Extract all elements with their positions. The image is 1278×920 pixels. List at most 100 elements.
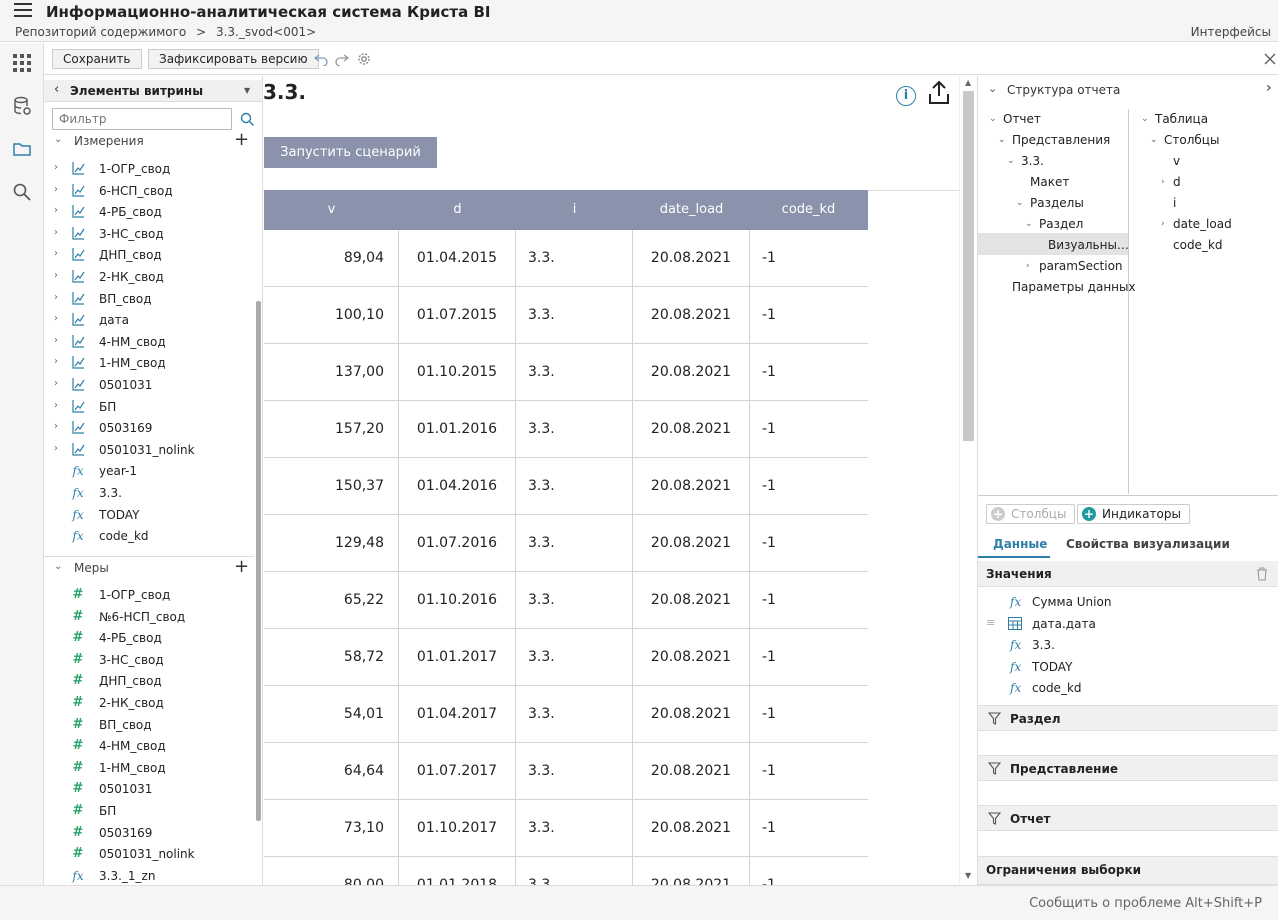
chevron-down-icon[interactable]: ⌄ xyxy=(1150,135,1158,145)
tree-item[interactable]: › 1-ОГР_свод xyxy=(44,159,254,180)
export-upload-icon[interactable] xyxy=(927,80,951,106)
tree-divider[interactable] xyxy=(1128,109,1129,494)
settings-gear-icon[interactable] xyxy=(357,52,371,66)
tree-item[interactable]: # БП xyxy=(44,801,254,822)
tree-item[interactable]: › ДНП_свод xyxy=(44,245,254,266)
value-sum-union[interactable]: Сумма Union xyxy=(1032,595,1111,609)
tree-views[interactable]: Представления xyxy=(1012,133,1110,147)
tree-item[interactable]: › 6-НСП_свод xyxy=(44,181,254,202)
value-code-kd[interactable]: code_kd xyxy=(1032,681,1082,695)
tree-col-date-load[interactable]: date_load xyxy=(1173,217,1232,231)
chevron-right-icon[interactable]: › xyxy=(1266,80,1272,96)
tree-col-code-kd[interactable]: code_kd xyxy=(1173,238,1223,252)
tree-item[interactable]: #4-РБ_свод xyxy=(44,628,254,649)
chevron-right-icon[interactable]: › xyxy=(1161,177,1165,187)
chevron-down-icon[interactable]: ⌄ xyxy=(54,561,62,572)
save-button[interactable]: Сохранить xyxy=(52,49,142,69)
tree-item[interactable]: # ВП_свод xyxy=(44,715,254,736)
tree-item[interactable]: › дата xyxy=(44,310,254,331)
chevron-right-icon[interactable]: › xyxy=(54,335,58,346)
tree-item[interactable]: › БП xyxy=(44,397,254,418)
undo-icon[interactable] xyxy=(314,52,328,66)
value-date[interactable]: дата.дата xyxy=(1032,617,1096,631)
tree-item[interactable]: #0501031 xyxy=(44,779,254,800)
tab-visual-properties[interactable]: Свойства визуализации xyxy=(1066,537,1230,551)
vertical-scrollbar[interactable]: ▲ ▼ xyxy=(959,76,976,885)
chevron-right-icon[interactable]: › xyxy=(54,356,58,367)
chevron-right-icon[interactable]: › xyxy=(54,205,58,216)
chevron-down-icon[interactable]: ⌄ xyxy=(998,135,1006,145)
tree-visual[interactable]: Визуальны… xyxy=(1048,238,1129,252)
dimensions-header[interactable]: ⌄ Измерения + xyxy=(44,129,254,152)
column-header[interactable]: code_kd xyxy=(750,190,867,230)
panel-scrollbar[interactable] xyxy=(256,301,261,821)
tree-columns[interactable]: Столбцы xyxy=(1164,133,1219,147)
chevron-right-icon[interactable]: › xyxy=(54,184,58,195)
chevron-right-icon[interactable]: › xyxy=(54,400,58,411)
report-filter-group[interactable]: Отчет xyxy=(978,805,1278,831)
tree-item[interactable]: # №6-НСП_свод xyxy=(44,607,254,628)
scrollbar-thumb[interactable] xyxy=(963,91,974,441)
chevron-right-icon[interactable]: › xyxy=(54,421,58,432)
search-icon[interactable] xyxy=(12,182,32,202)
tree-item[interactable]: › 4-РБ_свод xyxy=(44,202,254,223)
section-filter-group[interactable]: Раздел xyxy=(978,705,1278,731)
tree-item[interactable]: #1-НМ_свод xyxy=(44,758,254,779)
filter-input[interactable] xyxy=(52,108,232,130)
measures-header[interactable]: ⌄ Меры + xyxy=(44,556,254,577)
scroll-down-icon[interactable]: ▼ xyxy=(965,871,971,880)
tree-item[interactable]: › 3-НС_свод xyxy=(44,224,254,245)
chevron-right-icon[interactable]: › xyxy=(54,313,58,324)
tree-col-d[interactable]: d xyxy=(1173,175,1181,189)
tree-item[interactable]: fx code_kd xyxy=(44,526,254,547)
dropdown-caret-icon[interactable]: ▼ xyxy=(244,86,250,95)
chevron-right-icon[interactable]: › xyxy=(54,292,58,303)
value-today[interactable]: TODAY xyxy=(1032,660,1072,674)
apps-grid-icon[interactable] xyxy=(12,53,32,73)
tree-sections[interactable]: Разделы xyxy=(1030,196,1084,210)
interfaces-link[interactable]: Интерфейсы xyxy=(1191,25,1271,39)
column-header[interactable]: d xyxy=(399,190,516,230)
chevron-down-icon[interactable]: ⌄ xyxy=(1141,114,1149,124)
tree-item[interactable]: › 0503169 xyxy=(44,418,254,439)
chevron-right-icon[interactable]: › xyxy=(54,443,58,454)
sample-limits-group[interactable]: Ограничения выборки xyxy=(978,856,1278,885)
close-icon[interactable] xyxy=(1264,53,1276,65)
tree-item[interactable]: #2-НК_свод xyxy=(44,693,254,714)
tree-item[interactable]: › 1-НМ_свод xyxy=(44,353,254,374)
info-icon[interactable]: i xyxy=(896,86,916,106)
tree-report[interactable]: Отчет xyxy=(1003,112,1041,126)
chevron-right-icon[interactable]: › xyxy=(54,248,58,259)
tree-item[interactable]: #4-НМ_свод xyxy=(44,736,254,757)
column-header[interactable]: v xyxy=(264,190,399,230)
tree-col-i[interactable]: i xyxy=(1173,196,1176,210)
report-problem-link[interactable]: Сообщить о проблеме Alt+Shift+P xyxy=(1029,896,1262,911)
tree-item[interactable]: › 2-НК_свод xyxy=(44,267,254,288)
drag-handle-icon[interactable]: ≡ xyxy=(986,616,995,629)
chevron-down-icon[interactable]: ⌄ xyxy=(988,82,997,95)
chevron-down-icon[interactable]: ⌄ xyxy=(989,114,997,124)
tree-item[interactable]: fx 3.3._1_zn xyxy=(44,866,254,885)
tree-layout[interactable]: Макет xyxy=(1030,175,1069,189)
database-icon[interactable] xyxy=(12,96,32,116)
tree-item[interactable]: #1-ОГР_свод xyxy=(44,585,254,606)
trash-icon[interactable] xyxy=(1256,567,1268,581)
tree-data-params[interactable]: Параметры данных xyxy=(1012,280,1136,294)
panel-splitter[interactable] xyxy=(978,495,1278,496)
tree-view-33[interactable]: 3.3. xyxy=(1021,154,1044,168)
search-icon[interactable] xyxy=(240,112,255,127)
tree-item[interactable]: fx year-1 xyxy=(44,461,254,482)
tree-param-section[interactable]: paramSection xyxy=(1039,259,1123,273)
tab-data[interactable]: Данные xyxy=(993,537,1047,551)
breadcrumb-repository[interactable]: Репозиторий содержимого xyxy=(15,25,186,39)
chevron-right-icon[interactable]: › xyxy=(54,162,58,173)
view-filter-group[interactable]: Представление xyxy=(978,755,1278,781)
tree-col-v[interactable]: v xyxy=(1173,154,1180,168)
tree-item[interactable]: fx TODAY xyxy=(44,505,254,526)
chevron-down-icon[interactable]: ⌄ xyxy=(54,134,62,145)
fix-version-button[interactable]: Зафиксировать версию xyxy=(148,49,319,69)
chevron-right-icon[interactable]: › xyxy=(1026,261,1030,271)
chevron-down-icon[interactable]: ⌄ xyxy=(1016,198,1024,208)
folder-icon[interactable] xyxy=(12,139,32,159)
chevron-down-icon[interactable]: ⌄ xyxy=(1007,156,1015,166)
